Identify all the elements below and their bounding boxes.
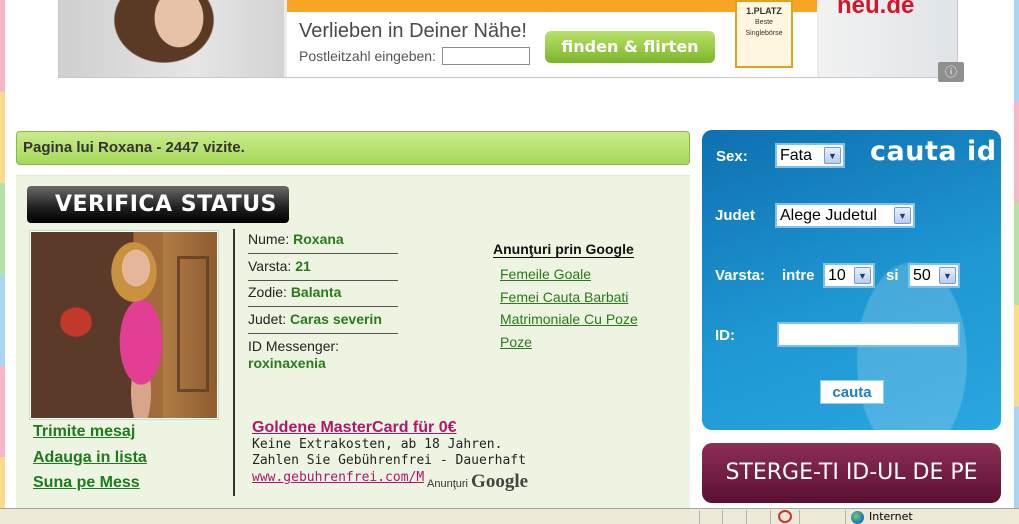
globe-icon — [851, 511, 864, 524]
field-messenger-value: roxinaxenia — [248, 355, 326, 371]
search-button[interactable]: cauta — [820, 380, 884, 404]
text-ad-body: Keine Extrakosten, ab 18 Jahren. Zahlen … — [252, 437, 526, 468]
status-divider — [845, 510, 846, 524]
add-to-list-link[interactable]: Adauga in lista — [33, 449, 147, 467]
google-ad-link[interactable]: Poze — [500, 334, 532, 350]
status-divider — [746, 510, 747, 524]
badge-subtitle: Beste Singlebörse — [745, 19, 783, 37]
status-divider — [799, 510, 800, 524]
ad-attribution[interactable]: Anunţuri Google — [427, 471, 528, 493]
banner-panel: Verlieben in Deiner Nähe! Postleitzahl e… — [287, 0, 817, 77]
id-search-input[interactable] — [777, 322, 960, 347]
google-ads-title[interactable]: Anunţuri prin Google — [493, 241, 634, 258]
search-panel-title: cauta id — [870, 136, 997, 167]
field-county-label: Judet: — [248, 311, 287, 327]
county-select[interactable]: Alege Judetul ▼ — [775, 203, 915, 228]
age-label: Varsta: — [715, 267, 766, 284]
text-ad-title[interactable]: Goldene MasterCard für 0€ — [252, 419, 457, 437]
verify-status-button[interactable]: VERIFICA STATUS — [27, 186, 289, 223]
google-logo: Google — [471, 471, 529, 492]
age-and-label: si — [886, 267, 899, 284]
send-message-link[interactable]: Trimite mesaj — [33, 423, 135, 441]
age-from-select[interactable]: 10 ▼ — [823, 263, 875, 288]
field-county: Judet: Caras severin — [248, 309, 398, 334]
status-divider — [770, 510, 771, 524]
call-messenger-link[interactable]: Suna pe Mess — [33, 474, 140, 492]
delete-id-banner[interactable]: STERGE-TI ID-UL DE PE SITE — [702, 443, 1001, 524]
google-ad-link[interactable]: Femeile Goale — [500, 266, 591, 282]
field-zodiac-value: Balanta — [290, 284, 342, 300]
status-divider — [699, 510, 700, 524]
banner-ad[interactable]: Verlieben in Deiner Nähe! Postleitzahl e… — [58, 0, 958, 78]
page-title: Pagina lui Roxana - 2447 vizite. — [16, 131, 690, 165]
sex-select[interactable]: Fata ▼ — [775, 143, 845, 168]
age-from-value: 10 — [828, 267, 846, 284]
field-age: Varsta: 21 — [248, 256, 398, 281]
vertical-divider — [233, 229, 235, 496]
badge-title: 1.PLATZ — [746, 6, 782, 16]
field-zodiac: Zodie: Balanta — [248, 282, 398, 307]
left-edge-decoration — [0, 0, 5, 508]
chevron-down-icon[interactable]: ▼ — [939, 267, 956, 284]
banner-headline: Verlieben in Deiner Nähe! — [299, 20, 527, 42]
age-to-select[interactable]: 50 ▼ — [908, 263, 960, 288]
id-label: ID: — [715, 327, 735, 344]
banner-photo — [59, 0, 284, 77]
field-messenger-label: ID Messenger: — [248, 338, 340, 354]
status-divider — [722, 510, 723, 524]
chevron-down-icon[interactable]: ▼ — [854, 267, 871, 284]
banner-award-badge: 1.PLATZ Beste Singlebörse — [735, 0, 793, 68]
field-zodiac-label: Zodie: — [248, 284, 287, 300]
google-ad-link[interactable]: Matrimoniale Cu Poze — [500, 311, 638, 327]
chevron-down-icon[interactable]: ▼ — [894, 207, 911, 224]
browser-status-bar: Internet — [0, 508, 1019, 524]
ad-attribution-label: Anunţuri — [427, 478, 468, 490]
sex-label: Sex: — [716, 148, 748, 165]
field-messenger: ID Messenger: roxinaxenia — [248, 338, 339, 372]
banner-logo: neu.de — [837, 0, 915, 19]
age-to-value: 50 — [913, 267, 931, 284]
google-ad-link[interactable]: Femei Cauta Barbati — [500, 289, 628, 305]
banner-zip-input[interactable] — [442, 47, 530, 65]
field-county-value: Caras severin — [290, 311, 382, 327]
photo-door-detail — [163, 232, 217, 418]
field-name-label: Nume: — [248, 231, 290, 247]
text-ad-url[interactable]: www.gebuhrenfrei.com/Ma — [252, 470, 424, 485]
privacy-icon[interactable] — [778, 510, 792, 523]
banner-cta-button[interactable]: finden & flirten — [545, 31, 715, 63]
county-label: Judet — [715, 207, 756, 224]
chevron-down-icon[interactable]: ▼ — [824, 147, 841, 164]
field-age-value: 21 — [295, 258, 311, 274]
info-icon[interactable]: ⓘ — [938, 62, 964, 82]
county-select-value: Alege Judetul — [780, 207, 877, 224]
security-zone-label: Internet — [869, 510, 913, 523]
field-name: Nume: Roxana — [248, 229, 398, 254]
age-between-label: intre — [782, 267, 815, 284]
sex-select-value: Fata — [780, 147, 813, 164]
field-age-label: Varsta: — [248, 258, 292, 274]
field-name-value: Roxana — [293, 231, 344, 247]
banner-zip-label: Postleitzahl eingeben: — [299, 48, 436, 64]
right-edge-decoration — [1014, 0, 1019, 508]
